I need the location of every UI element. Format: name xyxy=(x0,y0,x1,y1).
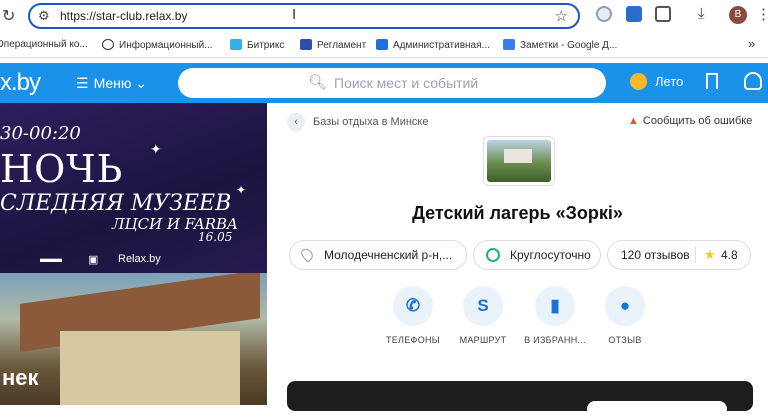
bookmark-item[interactable]: Административная... xyxy=(376,39,490,51)
sparkle-icon: ✦ xyxy=(236,183,247,197)
clock-icon xyxy=(486,248,500,262)
bitrix-favicon xyxy=(230,39,242,50)
banner-date: 16.05 xyxy=(198,230,233,244)
back-icon[interactable]: ‹ xyxy=(287,113,305,131)
review-button[interactable]: ● ОТЗЫВ xyxy=(583,286,667,345)
location-pin-icon xyxy=(298,246,316,263)
reload-icon[interactable]: ↻ xyxy=(2,6,15,26)
more-bookmarks-icon[interactable]: » xyxy=(748,36,755,51)
photo-building xyxy=(60,331,240,405)
partner-logo: Relax.by xyxy=(118,253,161,265)
browser-menu-icon[interactable]: ⋮ xyxy=(756,5,768,23)
search-input[interactable]: 🔍︎ Поиск мест и событий xyxy=(178,68,606,98)
partner-logo-icon: ▣ xyxy=(88,254,99,266)
sparkle-icon: ✦ xyxy=(150,141,162,157)
breadcrumb[interactable]: Базы отдыха в Минске xyxy=(313,116,428,128)
bookmarks-bar: Операционный ко... Информационный... Бит… xyxy=(0,32,768,58)
bookmark-favicon xyxy=(376,39,388,50)
chevron-down-icon: ⌄ xyxy=(135,75,148,91)
bookmark-item[interactable]: Информационный... xyxy=(102,39,213,51)
bookmark-item[interactable]: Операционный ко... xyxy=(0,39,88,50)
banner-time: 30-00:20 xyxy=(0,123,81,144)
route-icon: S xyxy=(463,286,503,326)
star-icon: ★ xyxy=(704,247,716,262)
search-icon: 🔍︎ xyxy=(308,74,328,91)
downloads-icon[interactable]: ⤓ xyxy=(698,5,714,22)
user-icon[interactable] xyxy=(744,72,762,90)
venue-photo[interactable]: нек xyxy=(0,273,267,405)
google-docs-favicon xyxy=(503,39,515,50)
venue-panel: ‹ Базы отдыха в Минске ▲ Сообщить об ошиб… xyxy=(267,103,768,417)
thumbnail-building xyxy=(504,149,532,163)
venue-thumbnail[interactable] xyxy=(483,136,555,186)
browser-toolbar: ↻ ⚙ https://star-club.relax.by I ☆ ⤓ B ⋮ xyxy=(0,0,768,32)
site-settings-icon[interactable]: ⚙ xyxy=(38,8,50,24)
hours-chip[interactable]: Круглосуточно xyxy=(473,240,601,270)
site-logo[interactable]: x.by xyxy=(0,69,41,97)
location-chip[interactable]: Молодечненский р-н,... xyxy=(289,240,467,270)
promo-button[interactable] xyxy=(587,401,727,417)
bookmark-item[interactable]: Регламент xyxy=(300,39,366,51)
photo-title: нек xyxy=(2,365,39,390)
divider xyxy=(695,247,696,263)
page-title: Детский лагерь «Зоркі» xyxy=(412,203,623,223)
shield-extension-icon[interactable] xyxy=(596,6,612,22)
burger-icon: ☰ xyxy=(76,75,89,91)
text-cursor-icon: I xyxy=(292,6,297,23)
favorites-icon[interactable] xyxy=(706,73,718,89)
bookmark-icon: ▮ xyxy=(535,286,575,326)
url-text[interactable]: https://star-club.relax.by xyxy=(60,9,187,23)
download-extension-icon[interactable] xyxy=(626,6,642,22)
menu-button[interactable]: ☰ Меню ⌄ xyxy=(76,75,147,92)
address-bar[interactable]: ⚙ https://star-club.relax.by I ☆ xyxy=(28,3,580,29)
event-banner[interactable]: 30-00:20 НОЧЬ СЛЕДНЯЯ МУЗЕЕВ ЛЦСИ И FARB… xyxy=(0,103,267,273)
rating-value: 4.8 xyxy=(721,248,738,262)
banner-heading: НОЧЬ xyxy=(0,147,124,191)
extensions-icon[interactable] xyxy=(655,6,671,22)
left-column: 30-00:20 НОЧЬ СЛЕДНЯЯ МУЗЕЕВ ЛЦСИ И FARB… xyxy=(0,103,267,405)
bookmark-favicon xyxy=(102,39,114,50)
reviews-chip[interactable]: 120 отзывов ★ 4.8 xyxy=(607,240,751,270)
partner-logo-icon: ▬▬ xyxy=(40,253,62,265)
site-header: x.by ☰ Меню ⌄ 🔍︎ Поиск мест и событий Лет… xyxy=(0,63,768,103)
phone-icon: ✆ xyxy=(393,286,433,326)
bookmark-favicon xyxy=(300,39,312,50)
search-placeholder: Поиск мест и событий xyxy=(334,75,479,91)
chat-icon: ● xyxy=(605,286,645,326)
bookmark-item[interactable]: Битрикс xyxy=(230,39,284,51)
season-toggle[interactable]: Лето xyxy=(630,73,683,90)
bookmark-star-icon[interactable]: ☆ xyxy=(555,7,568,25)
bookmark-item[interactable]: Заметки - Google Д... xyxy=(503,39,617,51)
report-error-link[interactable]: ▲ Сообщить об ошибке xyxy=(628,115,752,127)
banner-subheading: СЛЕДНЯЯ МУЗЕЕВ xyxy=(0,191,232,216)
promo-card[interactable] xyxy=(287,381,753,417)
profile-avatar[interactable]: B xyxy=(729,6,747,24)
sun-icon xyxy=(630,73,647,90)
warning-icon: ▲ xyxy=(628,115,639,127)
